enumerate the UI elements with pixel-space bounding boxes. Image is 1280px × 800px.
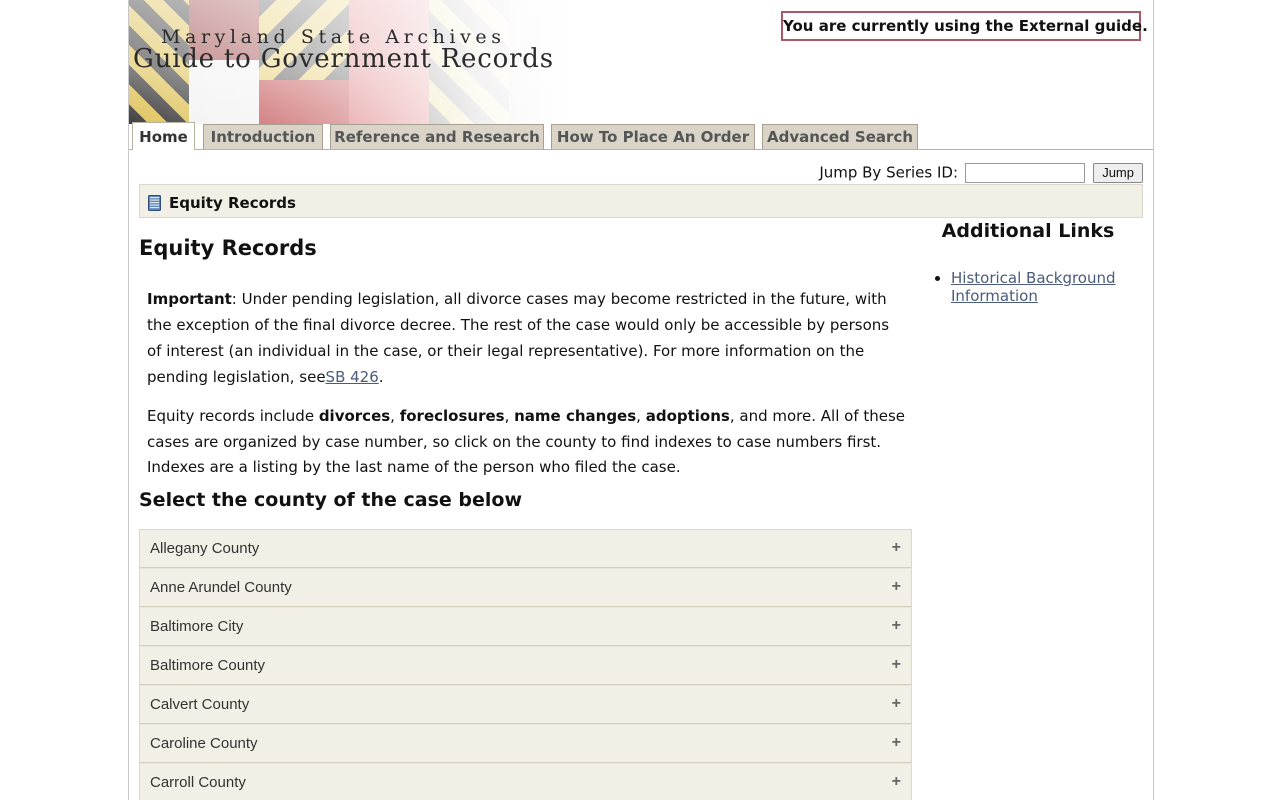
equity-intro-text: Equity records include: [147, 407, 319, 425]
county-item-calvert[interactable]: Calvert County +: [139, 685, 912, 724]
county-item-allegany[interactable]: Allegany County +: [139, 529, 912, 568]
breadcrumb: Equity Records: [139, 184, 1143, 218]
page-container: Maryland State Archives Guide to Governm…: [128, 0, 1154, 800]
historical-background-link[interactable]: Historical Background Information: [951, 269, 1116, 305]
county-section-heading: Select the county of the case below: [139, 489, 523, 511]
site-header: Maryland State Archives Guide to Governm…: [129, 0, 1153, 124]
sidebar-link-list: Historical Background Information: [933, 269, 1141, 305]
term-adoptions: adoptions: [645, 407, 730, 425]
legislation-text-end: .: [378, 368, 384, 386]
sb-426-link[interactable]: SB 426: [326, 368, 379, 386]
tab-advanced-search[interactable]: Advanced Search: [762, 124, 918, 149]
list-item: Historical Background Information: [951, 269, 1141, 305]
term-separator: ,: [390, 407, 400, 425]
plus-icon[interactable]: +: [892, 734, 901, 752]
jump-button[interactable]: Jump: [1093, 162, 1143, 183]
term-divorces: divorces: [318, 407, 391, 425]
tab-introduction[interactable]: Introduction: [203, 124, 323, 149]
term-separator: ,: [636, 407, 646, 425]
guide-notice-badge: You are currently using the External gui…: [781, 11, 1148, 41]
plus-icon[interactable]: +: [892, 695, 901, 713]
plus-icon[interactable]: +: [892, 773, 901, 791]
county-item-anne-arundel[interactable]: Anne Arundel County +: [139, 568, 912, 607]
sidebar-title: Additional Links: [941, 220, 1115, 242]
legislation-notice: Important: Under pending legislation, al…: [147, 286, 907, 390]
site-title[interactable]: Guide to Government Records: [133, 44, 554, 74]
legislation-text: : Under pending legislation, all divorce…: [147, 290, 890, 386]
series-id-input[interactable]: [965, 162, 1086, 183]
equity-description: Equity records include divorces, foreclo…: [147, 404, 907, 481]
county-name: Carroll County: [150, 774, 246, 791]
county-name: Calvert County: [150, 696, 250, 713]
term-separator: ,: [504, 407, 515, 425]
tab-how-to-place-an-order[interactable]: How To Place An Order: [551, 124, 755, 149]
breadcrumb-current: Equity Records: [169, 194, 296, 212]
county-item-carroll[interactable]: Carroll County +: [139, 763, 912, 800]
plus-icon[interactable]: +: [892, 539, 901, 557]
plus-icon[interactable]: +: [892, 617, 901, 635]
important-label: Important: [147, 290, 232, 308]
plus-icon[interactable]: +: [892, 578, 901, 596]
county-name: Baltimore City: [150, 618, 244, 635]
main-nav-tabs: Home Introduction Reference and Research…: [129, 122, 1153, 150]
term-foreclosures: foreclosures: [399, 407, 505, 425]
county-item-baltimore-city[interactable]: Baltimore City +: [139, 607, 912, 646]
county-name: Anne Arundel County: [150, 579, 292, 596]
county-item-caroline[interactable]: Caroline County +: [139, 724, 912, 763]
jump-by-series-form: Jump By Series ID: Jump: [819, 162, 1143, 184]
county-name: Baltimore County: [150, 657, 266, 674]
term-name-changes: name changes: [514, 407, 637, 425]
jump-label: Jump By Series ID:: [819, 163, 959, 182]
tab-home[interactable]: Home: [132, 122, 195, 150]
book-icon: [148, 195, 161, 211]
county-item-baltimore-county[interactable]: Baltimore County +: [139, 646, 912, 685]
flag-banner-image: Maryland State Archives Guide to Governm…: [129, 0, 569, 124]
county-accordion: Allegany County + Anne Arundel County + …: [139, 529, 912, 800]
page-title: Equity Records: [139, 236, 317, 260]
tab-reference-and-research[interactable]: Reference and Research: [330, 124, 544, 149]
county-name: Allegany County: [150, 540, 260, 557]
plus-icon[interactable]: +: [892, 656, 901, 674]
county-name: Caroline County: [150, 735, 258, 752]
